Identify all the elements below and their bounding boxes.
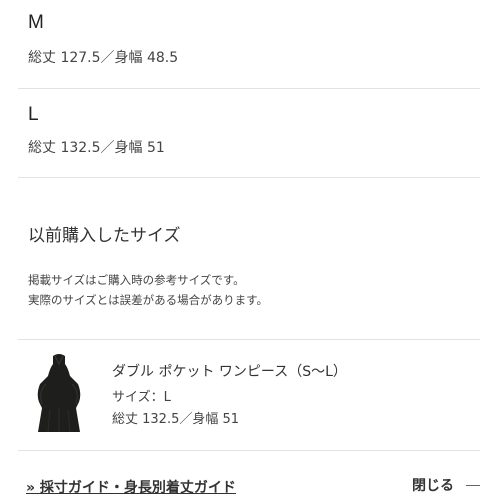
size-spec-l: 総丈 132.5／身幅 51 [28,140,165,156]
previous-size-heading: 以前購入したサイズ [28,226,181,246]
size-label-l: L [28,104,39,125]
close-button[interactable]: 閉じる [412,475,480,495]
divider [18,177,480,178]
dress-image[interactable] [34,350,84,434]
size-guide-link[interactable]: » 採寸ガイド・身長別着丈ガイド [26,477,236,497]
close-label: 閉じる [412,478,454,494]
note-line-1: 掲載サイズはご購入時の参考サイズです。 [28,273,245,287]
product-spec: 総丈 132.5／身幅 51 [112,412,240,427]
product-name: ダブル ポケット ワンピース（S〜L） [112,364,347,380]
divider [18,88,480,89]
dress-icon [37,354,81,433]
divider [18,339,480,340]
size-spec-m: 総丈 127.5／身幅 48.5 [28,50,179,66]
product-size: サイズ：L [112,390,171,405]
size-label-m: M [28,12,44,33]
note-line-2: 実際のサイズとは誤差がある場合があります。 [28,293,269,307]
collapse-icon [466,484,480,486]
divider [18,450,480,451]
size-guide-panel: M 総丈 127.5／身幅 48.5 L 総丈 132.5／身幅 51 以前購入… [0,0,498,498]
